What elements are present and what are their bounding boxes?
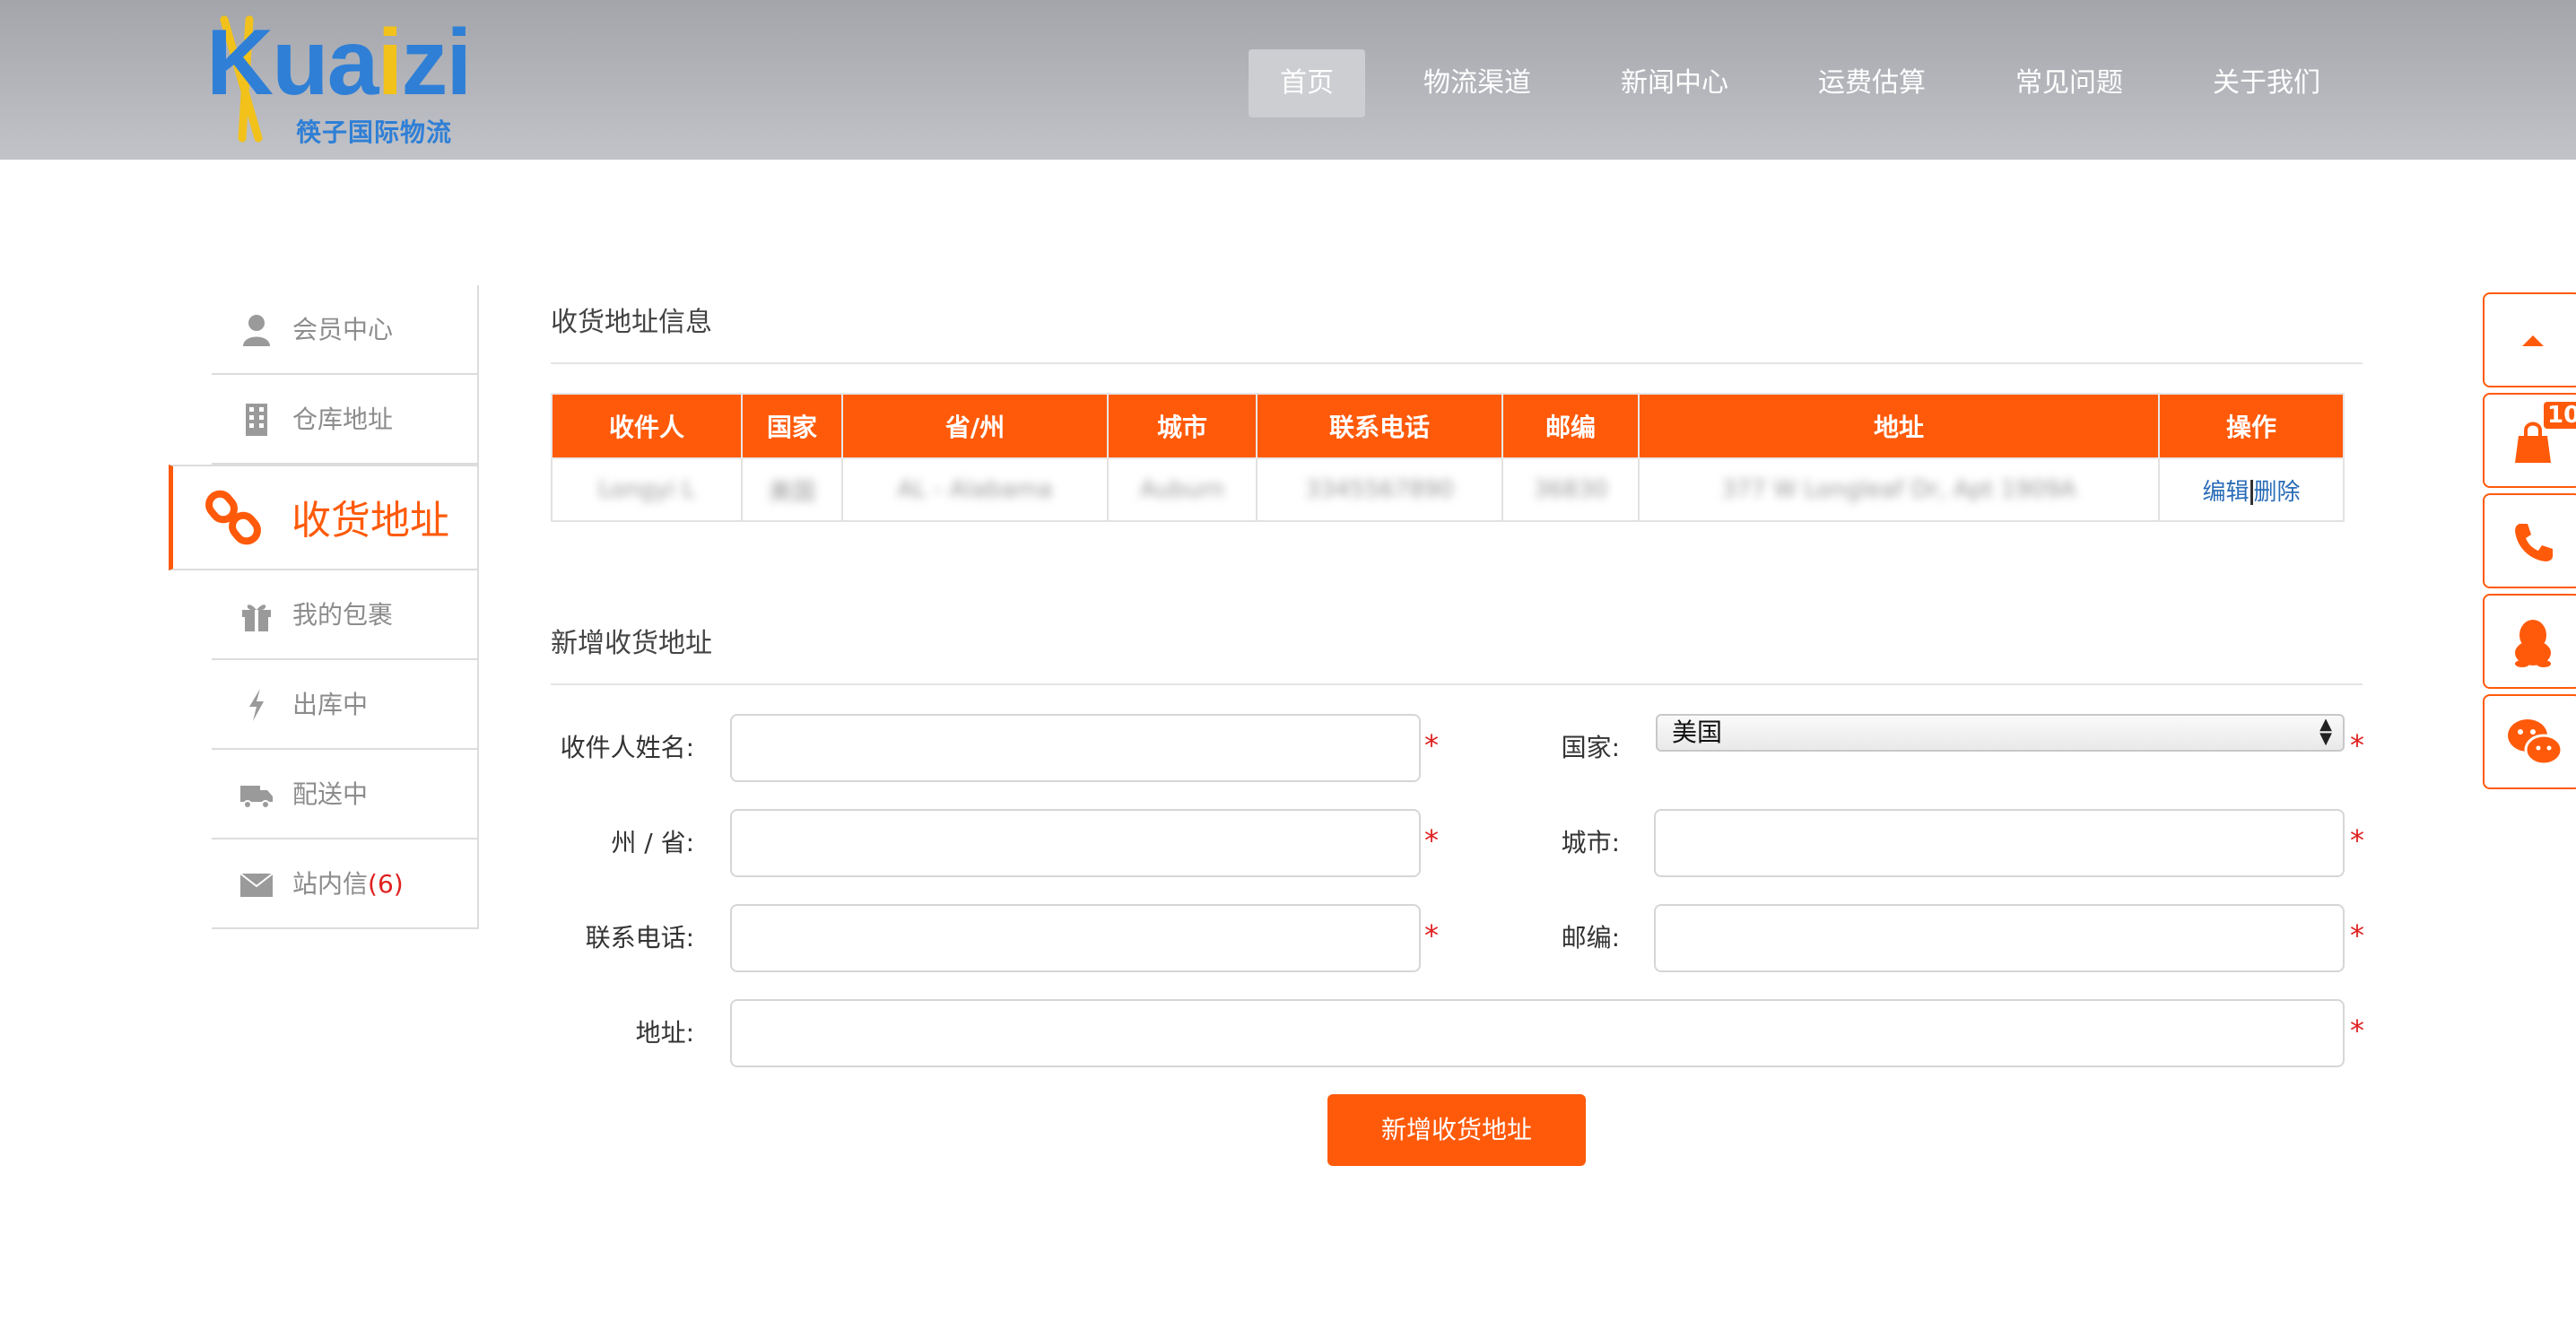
sidebar-item-label: 出库中 [292, 690, 369, 719]
city-input[interactable] [1654, 809, 2345, 877]
qq-button[interactable] [2483, 594, 2576, 689]
recipient-name-label: 收件人姓名: [560, 733, 694, 762]
recipient-name-input[interactable] [730, 714, 1421, 782]
required-mark: * [1424, 918, 1439, 953]
nav-faq[interactable]: 常见问题 [1984, 49, 2154, 117]
nav-shipping-estimate[interactable]: 运费估算 [1787, 49, 1957, 117]
main-nav: 首页 物流渠道 新闻中心 运费估算 常见问题 关于我们 [1249, 49, 2352, 117]
add-address-button[interactable]: 新增收货地址 [1327, 1094, 1586, 1166]
address-label: 地址: [635, 1018, 694, 1048]
table-cell-actions: 编辑 删除 [2158, 457, 2345, 522]
sidebar-item-shipping-address[interactable]: 收货地址 [169, 465, 479, 570]
cart-count-badge: 10 [2544, 402, 2576, 429]
sidebar-item-messages[interactable]: 站内信(6) [212, 839, 479, 929]
truck-icon [240, 786, 273, 809]
required-mark: * [2350, 728, 2364, 762]
nav-logistics-channels[interactable]: 物流渠道 [1392, 49, 1562, 117]
sidebar-item-label: 仓库地址 [292, 405, 394, 434]
country-selected-value: 美国 [1672, 718, 1723, 747]
nav-home[interactable]: 首页 [1249, 49, 1365, 117]
phone-icon [2515, 524, 2553, 561]
table-cell: Longyi L [551, 457, 743, 522]
column-header: 邮编 [1501, 393, 1640, 459]
back-to-top-button[interactable] [2483, 292, 2576, 387]
select-arrows-icon: ▲ ▼ [2319, 715, 2332, 748]
sidebar-item-warehouse-address[interactable]: 仓库地址 [212, 375, 479, 465]
column-header: 操作 [2158, 393, 2345, 459]
sidebar-item-label: 配送中 [292, 779, 369, 809]
city-label: 城市: [1561, 828, 1620, 857]
phone-button[interactable] [2483, 493, 2576, 588]
required-mark: * [1424, 728, 1439, 762]
sidebar-item-label: 收货地址 [292, 498, 449, 544]
logo-subtitle: 筷子国际物流 [296, 117, 453, 147]
table-cell: Auburn [1107, 457, 1258, 522]
building-icon [246, 404, 267, 436]
table-cell: AL - Alabama [841, 457, 1109, 522]
logo-word: Kuaizi [206, 11, 472, 115]
member-sidebar: 会员中心 仓库地址 收货地址 我的包裹 出库中 配送中 站内信(6) [169, 285, 479, 929]
sidebar-item-my-packages[interactable]: 我的包裹 [212, 570, 479, 660]
wechat-button[interactable] [2483, 694, 2576, 789]
cart-button[interactable]: 10 [2483, 393, 2576, 488]
separator [2250, 480, 2253, 505]
sidebar-item-label: 站内信(6) [292, 869, 404, 899]
column-header: 地址 [1638, 393, 2160, 459]
required-mark: * [2350, 1013, 2364, 1048]
column-header: 国家 [741, 393, 843, 459]
arrow-up-icon [2522, 335, 2544, 346]
sidebar-item-label: 会员中心 [292, 315, 394, 344]
zip-input[interactable] [1654, 904, 2345, 972]
phone-label: 联系电话: [585, 923, 694, 953]
divider [551, 362, 2363, 364]
sidebar-item-member-center[interactable]: 会员中心 [212, 285, 479, 375]
required-mark: * [1424, 823, 1439, 857]
phone-input[interactable] [730, 904, 1421, 972]
sidebar-item-delivering[interactable]: 配送中 [212, 750, 479, 839]
required-mark: * [2350, 918, 2364, 953]
nav-about-us[interactable]: 关于我们 [2181, 49, 2352, 117]
qq-icon [2515, 620, 2551, 667]
column-header: 城市 [1107, 393, 1258, 459]
column-header: 联系电话 [1256, 393, 1503, 459]
sidebar-item-label: 我的包裹 [292, 600, 394, 630]
edit-link[interactable]: 编辑 [2202, 479, 2249, 506]
brand-logo[interactable]: Kuaizi 筷子国际物流 [206, 13, 475, 147]
gift-icon [242, 605, 271, 631]
country-label: 国家: [1561, 733, 1620, 762]
zip-label: 邮编: [1561, 923, 1620, 953]
state-input[interactable] [730, 809, 1421, 877]
address-info-title: 收货地址信息 [551, 307, 712, 338]
table-header-row: 收件人 国家 省/州 城市 联系电话 邮编 地址 操作 [551, 393, 2345, 459]
user-icon [243, 315, 270, 346]
country-select[interactable]: 美国 ▲ ▼ [1656, 714, 2345, 752]
column-header: 收件人 [551, 393, 743, 459]
divider [551, 683, 2363, 685]
link-icon [205, 490, 261, 545]
new-address-title: 新增收货地址 [551, 628, 712, 659]
address-table: 收件人 国家 省/州 城市 联系电话 邮编 地址 操作 Longyi L 美国 … [551, 393, 2345, 522]
delete-link[interactable]: 删除 [2254, 479, 2301, 506]
table-row: Longyi L 美国 AL - Alabama Auburn 33455678… [551, 457, 2345, 522]
top-header: Kuaizi 筷子国际物流 首页 物流渠道 新闻中心 运费估算 常见问题 关于我… [0, 0, 2576, 160]
table-cell: 36830 [1501, 457, 1640, 522]
table-cell: 美国 [741, 457, 843, 522]
unread-count: (6) [368, 869, 404, 899]
required-mark: * [2350, 823, 2364, 857]
address-input[interactable] [730, 999, 2345, 1067]
state-label: 州 / 省: [611, 828, 694, 857]
wechat-icon [2508, 719, 2563, 766]
column-header: 省/州 [841, 393, 1109, 459]
sidebar-item-outbound[interactable]: 出库中 [212, 660, 479, 750]
table-cell: 3345567890 [1256, 457, 1503, 522]
table-cell: 377 W Longleaf Dr, Apt 1909A [1638, 457, 2160, 522]
nav-news-center[interactable]: 新闻中心 [1589, 49, 1760, 117]
envelope-icon [239, 873, 274, 897]
bolt-icon [249, 689, 264, 721]
